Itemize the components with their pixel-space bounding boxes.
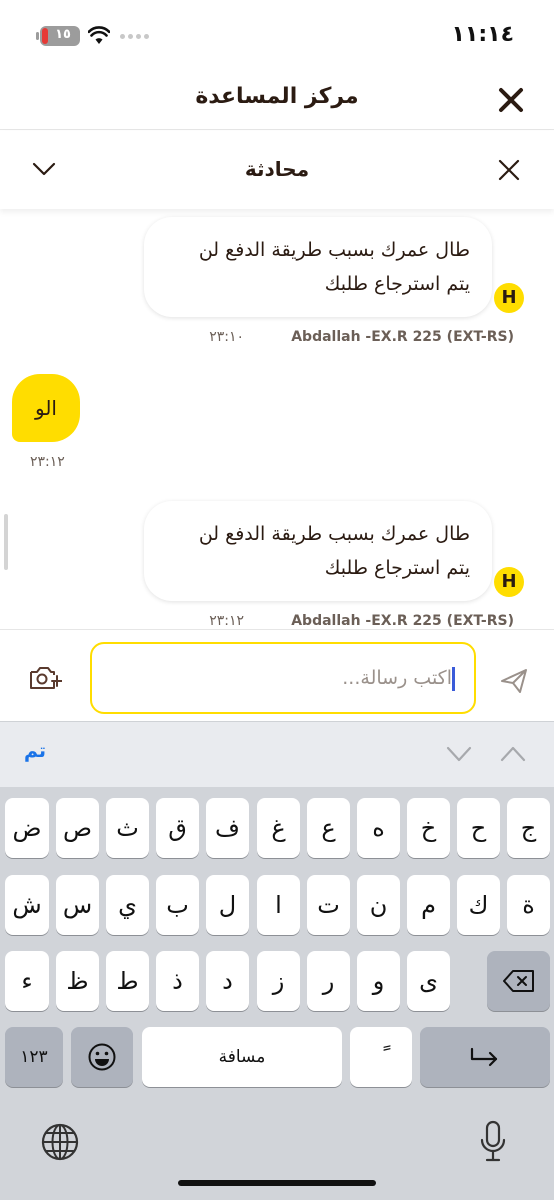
chevron-down-icon[interactable] <box>446 746 472 762</box>
key[interactable]: ع <box>307 798 350 858</box>
globe-icon[interactable] <box>40 1122 80 1162</box>
done-button[interactable]: تم <box>24 740 46 762</box>
arabic-keyboard: ج ح خ ه ع غ ف ق ث ص ض ة ك م ن ت ا ل ب ي … <box>0 787 554 1200</box>
chevron-down-icon[interactable] <box>32 161 56 177</box>
key[interactable]: ز <box>257 951 300 1011</box>
key[interactable]: ض <box>5 798 49 858</box>
send-icon[interactable] <box>500 668 528 694</box>
chevron-up-icon[interactable] <box>500 746 526 762</box>
message-text: طال عمرك بسبب طريقة الدفع لن <box>198 523 470 545</box>
close-icon[interactable] <box>498 87 524 113</box>
key[interactable]: ك <box>457 875 500 935</box>
key[interactable]: د <box>206 951 249 1011</box>
message-text: يتم استرجاع طلبك <box>324 557 470 579</box>
key[interactable]: م <box>407 875 450 935</box>
emoji-key[interactable] <box>71 1027 133 1087</box>
message-input[interactable] <box>90 642 476 714</box>
status-bar: ١١:١٤ ١٥ <box>0 0 554 70</box>
help-center-header: مركز المساعدة <box>0 70 554 130</box>
backspace-icon <box>502 970 534 992</box>
battery-level: ١٥ <box>55 27 71 42</box>
agent-avatar: H <box>494 283 524 313</box>
agent-message-bubble: طال عمرك بسبب طريقة الدفع لن يتم استرجاع… <box>144 501 492 601</box>
page-title: مركز المساعدة <box>195 84 359 109</box>
message-composer <box>0 629 554 721</box>
key[interactable]: ظ <box>56 951 99 1011</box>
key[interactable]: ل <box>206 875 249 935</box>
key[interactable]: و <box>357 951 400 1011</box>
message-text: يتم استرجاع طلبك <box>324 273 470 295</box>
cellular-signal-icon <box>120 34 149 39</box>
conversation-title: محادثة <box>244 157 310 181</box>
key[interactable]: س <box>56 875 99 935</box>
key[interactable]: ء <box>5 951 49 1011</box>
return-icon <box>470 1047 498 1067</box>
wifi-icon <box>88 26 110 44</box>
scrollbar[interactable] <box>4 514 8 570</box>
key[interactable]: ا <box>257 875 300 935</box>
camera-add-icon[interactable] <box>28 664 62 692</box>
message-list[interactable]: طال عمرك بسبب طريقة الدفع لن يتم استرجاع… <box>0 209 554 629</box>
key[interactable]: ي <box>106 875 149 935</box>
message-text: طال عمرك بسبب طريقة الدفع لن <box>198 239 470 261</box>
key[interactable]: ر <box>307 951 350 1011</box>
key[interactable]: ص <box>56 798 99 858</box>
key[interactable]: ف <box>206 798 249 858</box>
backspace-key[interactable] <box>487 951 550 1011</box>
agent-name: Abdallah -EX.R 225 (EXT-RS) <box>291 613 514 629</box>
message-time: ٢٣:١٢ <box>209 613 244 629</box>
key[interactable]: ث <box>106 798 149 858</box>
key[interactable]: ح <box>457 798 500 858</box>
return-key[interactable] <box>420 1027 550 1087</box>
agent-message-bubble: طال عمرك بسبب طريقة الدفع لن يتم استرجاع… <box>144 217 492 317</box>
key[interactable]: ب <box>156 875 199 935</box>
message-time: ٢٣:١٠ <box>209 329 244 345</box>
user-message-bubble: الو <box>12 374 80 442</box>
message-text: الو <box>35 396 57 420</box>
numbers-key[interactable]: ١٢٣ <box>5 1027 63 1087</box>
close-icon[interactable] <box>498 159 520 181</box>
key[interactable]: ج <box>507 798 550 858</box>
battery-icon: ١٥ <box>36 26 80 46</box>
agent-avatar: H <box>494 567 524 597</box>
emoji-icon <box>88 1043 116 1071</box>
microphone-icon[interactable] <box>478 1120 508 1164</box>
space-key[interactable]: مسافة <box>142 1027 342 1087</box>
key[interactable]: ط <box>106 951 149 1011</box>
key[interactable]: ذ <box>156 951 199 1011</box>
agent-name: Abdallah -EX.R 225 (EXT-RS) <box>291 329 514 345</box>
keyboard-toolbar: تم <box>0 721 554 787</box>
key[interactable]: ه <box>357 798 400 858</box>
key[interactable]: غ <box>257 798 300 858</box>
conversation-bar: محادثة <box>0 131 554 209</box>
status-time: ١١:١٤ <box>451 22 514 47</box>
text-cursor <box>452 667 455 691</box>
key[interactable]: ى <box>407 951 450 1011</box>
key[interactable]: ق <box>156 798 199 858</box>
key[interactable]: ن <box>357 875 400 935</box>
tanween-key[interactable]: ً <box>350 1027 412 1087</box>
key[interactable]: ة <box>507 875 550 935</box>
key[interactable]: خ <box>407 798 450 858</box>
key[interactable]: ش <box>5 875 49 935</box>
message-time: ٢٣:١٢ <box>30 454 65 470</box>
key[interactable]: ت <box>307 875 350 935</box>
home-indicator[interactable] <box>178 1180 376 1186</box>
